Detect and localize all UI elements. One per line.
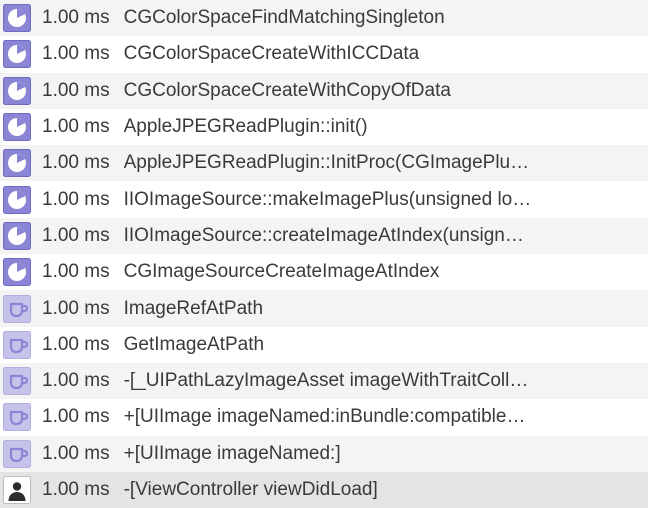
coffee-cup-icon (2, 294, 32, 324)
self-time: 1.00 ms (42, 7, 124, 29)
symbol-name: CGColorSpaceFindMatchingSingleton (124, 7, 644, 29)
table-row[interactable]: 1.00 ms GetImageAtPath (0, 327, 648, 363)
self-time: 1.00 ms (42, 261, 124, 283)
table-row[interactable]: 1.00 ms -[_UIPathLazyImageAsset imageWit… (0, 363, 648, 399)
self-time: 1.00 ms (42, 225, 124, 247)
table-row[interactable]: 1.00 ms +[UIImage imageNamed:inBundle:co… (0, 399, 648, 435)
coffee-cup-icon (2, 402, 32, 432)
table-row[interactable]: 1.00 ms CGColorSpaceCreateWithICCData (0, 36, 648, 72)
symbol-name: IIOImageSource::createImageAtIndex(unsig… (124, 225, 644, 247)
symbol-name: -[_UIPathLazyImageAsset imageWithTraitCo… (124, 370, 644, 392)
self-time: 1.00 ms (42, 152, 124, 174)
table-row[interactable]: 1.00 ms IIOImageSource::createImageAtInd… (0, 218, 648, 254)
table-row[interactable]: 1.00 ms CGImageSourceCreateImageAtIndex (0, 254, 648, 290)
symbol-name: -[ViewController viewDidLoad] (124, 479, 644, 501)
symbol-name: AppleJPEGReadPlugin::InitProc(CGImagePlu… (124, 152, 644, 174)
table-row[interactable]: 1.00 ms AppleJPEGReadPlugin::InitProc(CG… (0, 145, 648, 181)
person-silhouette-icon (2, 475, 32, 505)
self-time: 1.00 ms (42, 406, 124, 428)
self-time: 1.00 ms (42, 334, 124, 356)
pie-chart-icon (2, 76, 32, 106)
table-row[interactable]: 1.00 ms AppleJPEGReadPlugin::init() (0, 109, 648, 145)
symbol-name: IIOImageSource::makeImagePlus(unsigned l… (124, 189, 644, 211)
self-time: 1.00 ms (42, 80, 124, 102)
self-time: 1.00 ms (42, 116, 124, 138)
coffee-cup-icon (2, 439, 32, 469)
self-time: 1.00 ms (42, 43, 124, 65)
pie-chart-icon (2, 3, 32, 33)
pie-chart-icon (2, 148, 32, 178)
self-time: 1.00 ms (42, 298, 124, 320)
coffee-cup-icon (2, 366, 32, 396)
table-row[interactable]: 1.00 ms CGColorSpaceFindMatchingSingleto… (0, 0, 648, 36)
symbol-name: CGImageSourceCreateImageAtIndex (124, 261, 644, 283)
self-time: 1.00 ms (42, 370, 124, 392)
coffee-cup-icon (2, 330, 32, 360)
pie-chart-icon (2, 185, 32, 215)
self-time: 1.00 ms (42, 443, 124, 465)
table-row[interactable]: 1.00 ms IIOImageSource::makeImagePlus(un… (0, 181, 648, 217)
symbol-name: CGColorSpaceCreateWithICCData (124, 43, 644, 65)
table-row[interactable]: 1.00 ms -[ViewController viewDidLoad] (0, 472, 648, 508)
symbol-name: +[UIImage imageNamed:inBundle:compatible… (124, 406, 644, 428)
self-time: 1.00 ms (42, 189, 124, 211)
symbol-name: +[UIImage imageNamed:] (124, 443, 644, 465)
table-row[interactable]: 1.00 ms +[UIImage imageNamed:] (0, 436, 648, 472)
symbol-name: ImageRefAtPath (124, 298, 644, 320)
symbol-name: AppleJPEGReadPlugin::init() (124, 116, 644, 138)
table-row[interactable]: 1.00 ms ImageRefAtPath (0, 290, 648, 326)
pie-chart-icon (2, 257, 32, 287)
self-time: 1.00 ms (42, 479, 124, 501)
symbol-name: GetImageAtPath (124, 334, 644, 356)
symbol-name: CGColorSpaceCreateWithCopyOfData (124, 80, 644, 102)
pie-chart-icon (2, 221, 32, 251)
table-row[interactable]: 1.00 ms CGColorSpaceCreateWithCopyOfData (0, 73, 648, 109)
pie-chart-icon (2, 112, 32, 142)
profile-call-tree-table: 1.00 ms CGColorSpaceFindMatchingSingleto… (0, 0, 648, 508)
pie-chart-icon (2, 39, 32, 69)
